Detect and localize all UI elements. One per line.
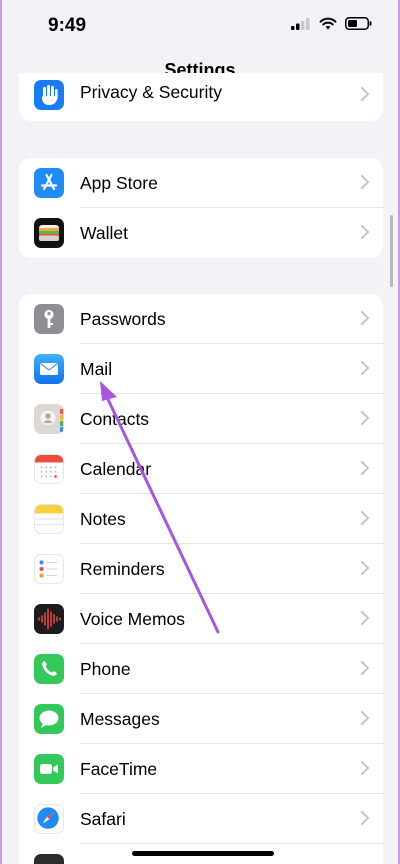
- settings-row-label: Notes: [80, 508, 126, 529]
- notes-icon: [34, 504, 64, 534]
- safari-compass-icon: [34, 804, 64, 834]
- settings-row-label: Calendar: [80, 458, 152, 479]
- settings-row-label: Passwords: [80, 308, 166, 329]
- settings-row-label: Wallet: [80, 222, 128, 243]
- battery-icon: [345, 17, 372, 30]
- settings-row-mail[interactable]: Mail: [19, 344, 383, 394]
- settings-row-label: Privacy & Security: [80, 82, 222, 102]
- contacts-icon: [34, 404, 64, 434]
- calendar-icon: [34, 454, 64, 484]
- settings-row-calendar[interactable]: Calendar: [19, 444, 383, 494]
- apps-group: Passwords Mail Contacts Calendar Notes R…: [19, 294, 383, 864]
- cellular-signal-icon: [291, 17, 310, 30]
- settings-row-wallet[interactable]: Wallet: [19, 208, 383, 258]
- settings-row-passwords[interactable]: Passwords: [19, 294, 383, 344]
- chevron-right-icon: [361, 311, 369, 325]
- chevron-right-icon: [361, 661, 369, 675]
- chevron-right-icon: [361, 761, 369, 775]
- scrollbar[interactable]: [390, 215, 393, 287]
- chevron-right-icon: [361, 561, 369, 575]
- chevron-right-icon: [361, 511, 369, 525]
- privacy-hand-icon: [34, 80, 64, 110]
- chevron-right-icon: [361, 711, 369, 725]
- chevron-right-icon: [361, 611, 369, 625]
- status-icons: [291, 17, 372, 30]
- wifi-icon: [319, 17, 337, 30]
- settings-row-label: Voice Memos: [80, 608, 186, 629]
- settings-row-label: Reminders: [80, 558, 165, 579]
- settings-row-label: Contacts: [80, 408, 150, 429]
- partial-app-icon: [34, 854, 64, 864]
- chevron-right-icon: [361, 411, 369, 425]
- status-bar: 9:49: [2, 0, 398, 54]
- reminders-icon: [34, 554, 64, 584]
- messages-bubble-icon: [34, 704, 64, 734]
- settings-row-reminders[interactable]: Reminders: [19, 544, 383, 594]
- app-store-icon: [34, 168, 64, 198]
- key-icon: [34, 304, 64, 334]
- facetime-camera-icon: [34, 754, 64, 784]
- settings-row-label: Phone: [80, 658, 131, 679]
- settings-row-label: FaceTime: [80, 758, 158, 779]
- chevron-right-icon: [361, 225, 369, 239]
- chevron-right-icon: [361, 87, 369, 101]
- settings-row-safari[interactable]: Safari: [19, 794, 383, 844]
- settings-row-contacts[interactable]: Contacts: [19, 394, 383, 444]
- chevron-right-icon: [361, 461, 369, 475]
- chevron-right-icon: [361, 811, 369, 825]
- chevron-right-icon: [361, 175, 369, 189]
- privacy-group: Privacy & Security: [19, 73, 383, 121]
- settings-screen: 9:49 Settings Privacy & Security App Sto…: [0, 0, 400, 864]
- settings-row-facetime[interactable]: FaceTime: [19, 744, 383, 794]
- settings-row-messages[interactable]: Messages: [19, 694, 383, 744]
- voice-memos-waveform-icon: [34, 604, 64, 634]
- mail-icon: [34, 354, 64, 384]
- chevron-right-icon: [361, 361, 369, 375]
- settings-row-label: Safari: [80, 808, 126, 829]
- settings-row-phone[interactable]: Phone: [19, 644, 383, 694]
- settings-row-privacy[interactable]: Privacy & Security: [19, 73, 383, 120]
- status-time: 9:49: [48, 15, 87, 36]
- settings-row-voice-memos[interactable]: Voice Memos: [19, 594, 383, 644]
- store-wallet-group: App Store Wallet: [19, 158, 383, 258]
- phone-icon: [34, 654, 64, 684]
- settings-row-notes[interactable]: Notes: [19, 494, 383, 544]
- settings-row-label: App Store: [80, 172, 158, 193]
- settings-row-label: Messages: [80, 708, 160, 729]
- wallet-icon: [34, 218, 64, 248]
- settings-row-app-store[interactable]: App Store: [19, 158, 383, 208]
- settings-row-label: Mail: [80, 358, 113, 379]
- home-indicator[interactable]: [132, 851, 274, 856]
